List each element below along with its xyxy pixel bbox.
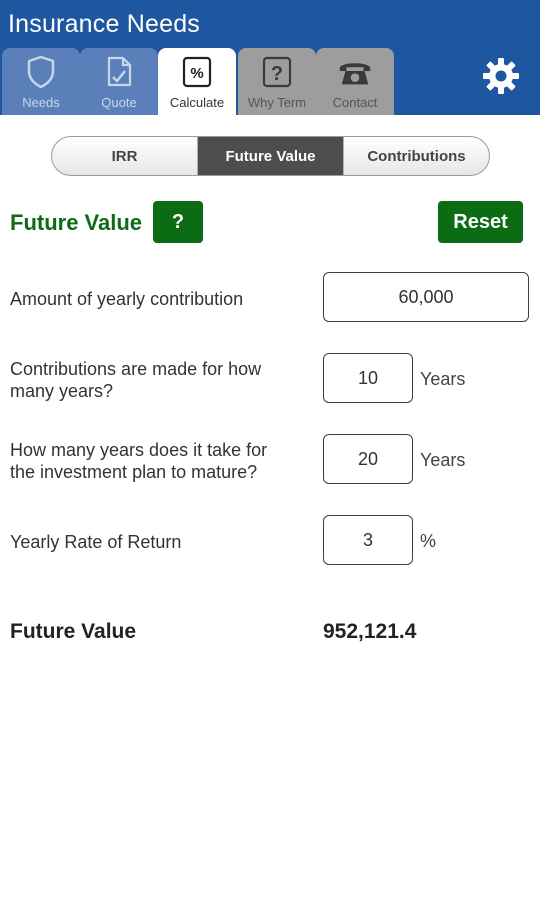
tab-why-term[interactable]: ? Why Term (238, 48, 316, 115)
mature-years-label-line1: How many years does it take for (10, 440, 268, 460)
reset-button[interactable]: Reset (438, 201, 523, 243)
calculator-type-switch: IRR Future Value Contributions (51, 136, 490, 176)
question-icon: ? (258, 54, 296, 90)
settings-button[interactable] (479, 56, 523, 100)
contribution-years-label-line1: Contributions are made for how (10, 359, 262, 379)
rate-of-return-label: Yearly Rate of Return (10, 532, 182, 552)
tab-quote[interactable]: Quote (80, 48, 158, 115)
result-value: 952,121.4 (323, 620, 417, 643)
mature-years-label-line2: the investment plan to mature? (10, 462, 258, 482)
gear-icon (481, 56, 521, 101)
segment-contributions[interactable]: Contributions (344, 137, 489, 175)
contribution-years-unit: Years (420, 369, 466, 389)
svg-text:?: ? (271, 63, 283, 85)
phone-icon (336, 54, 374, 90)
tab-label: Calculate (169, 95, 225, 110)
yearly-contribution-input[interactable] (323, 272, 529, 322)
tab-contact[interactable]: Contact (316, 48, 394, 115)
tab-calculate[interactable]: % Calculate (158, 48, 236, 115)
shield-icon (22, 54, 60, 90)
app-title: Insurance Needs (8, 10, 201, 38)
rate-of-return-unit: % (420, 531, 437, 551)
mature-years-label: How many years does it take for the inve… (10, 439, 267, 483)
contribution-years-label: Contributions are made for how many year… (10, 358, 261, 402)
tab-label: Quote (101, 95, 137, 110)
contribution-years-input[interactable] (323, 353, 413, 403)
rate-of-return-input[interactable] (323, 515, 413, 565)
segment-irr[interactable]: IRR (52, 137, 198, 175)
tab-needs[interactable]: Needs (2, 48, 80, 115)
yearly-contribution-label: Amount of yearly contribution (10, 289, 244, 309)
mature-years-unit: Years (420, 450, 466, 470)
segment-future-value[interactable]: Future Value (198, 137, 344, 175)
section-title: Future Value (10, 210, 143, 235)
quote-icon (100, 54, 138, 90)
tab-label: Needs (22, 95, 60, 110)
svg-text:%: % (190, 65, 203, 82)
help-button[interactable]: ? (153, 201, 203, 243)
app-header: Insurance Needs Needs Quote % Calculate (0, 0, 540, 115)
result-label: Future Value (10, 620, 137, 643)
mature-years-input[interactable] (323, 434, 413, 484)
tab-label: Contact (332, 95, 378, 110)
tab-label: Why Term (247, 95, 307, 110)
contribution-years-label-line2: many years? (10, 381, 114, 401)
percent-icon: % (178, 54, 216, 90)
